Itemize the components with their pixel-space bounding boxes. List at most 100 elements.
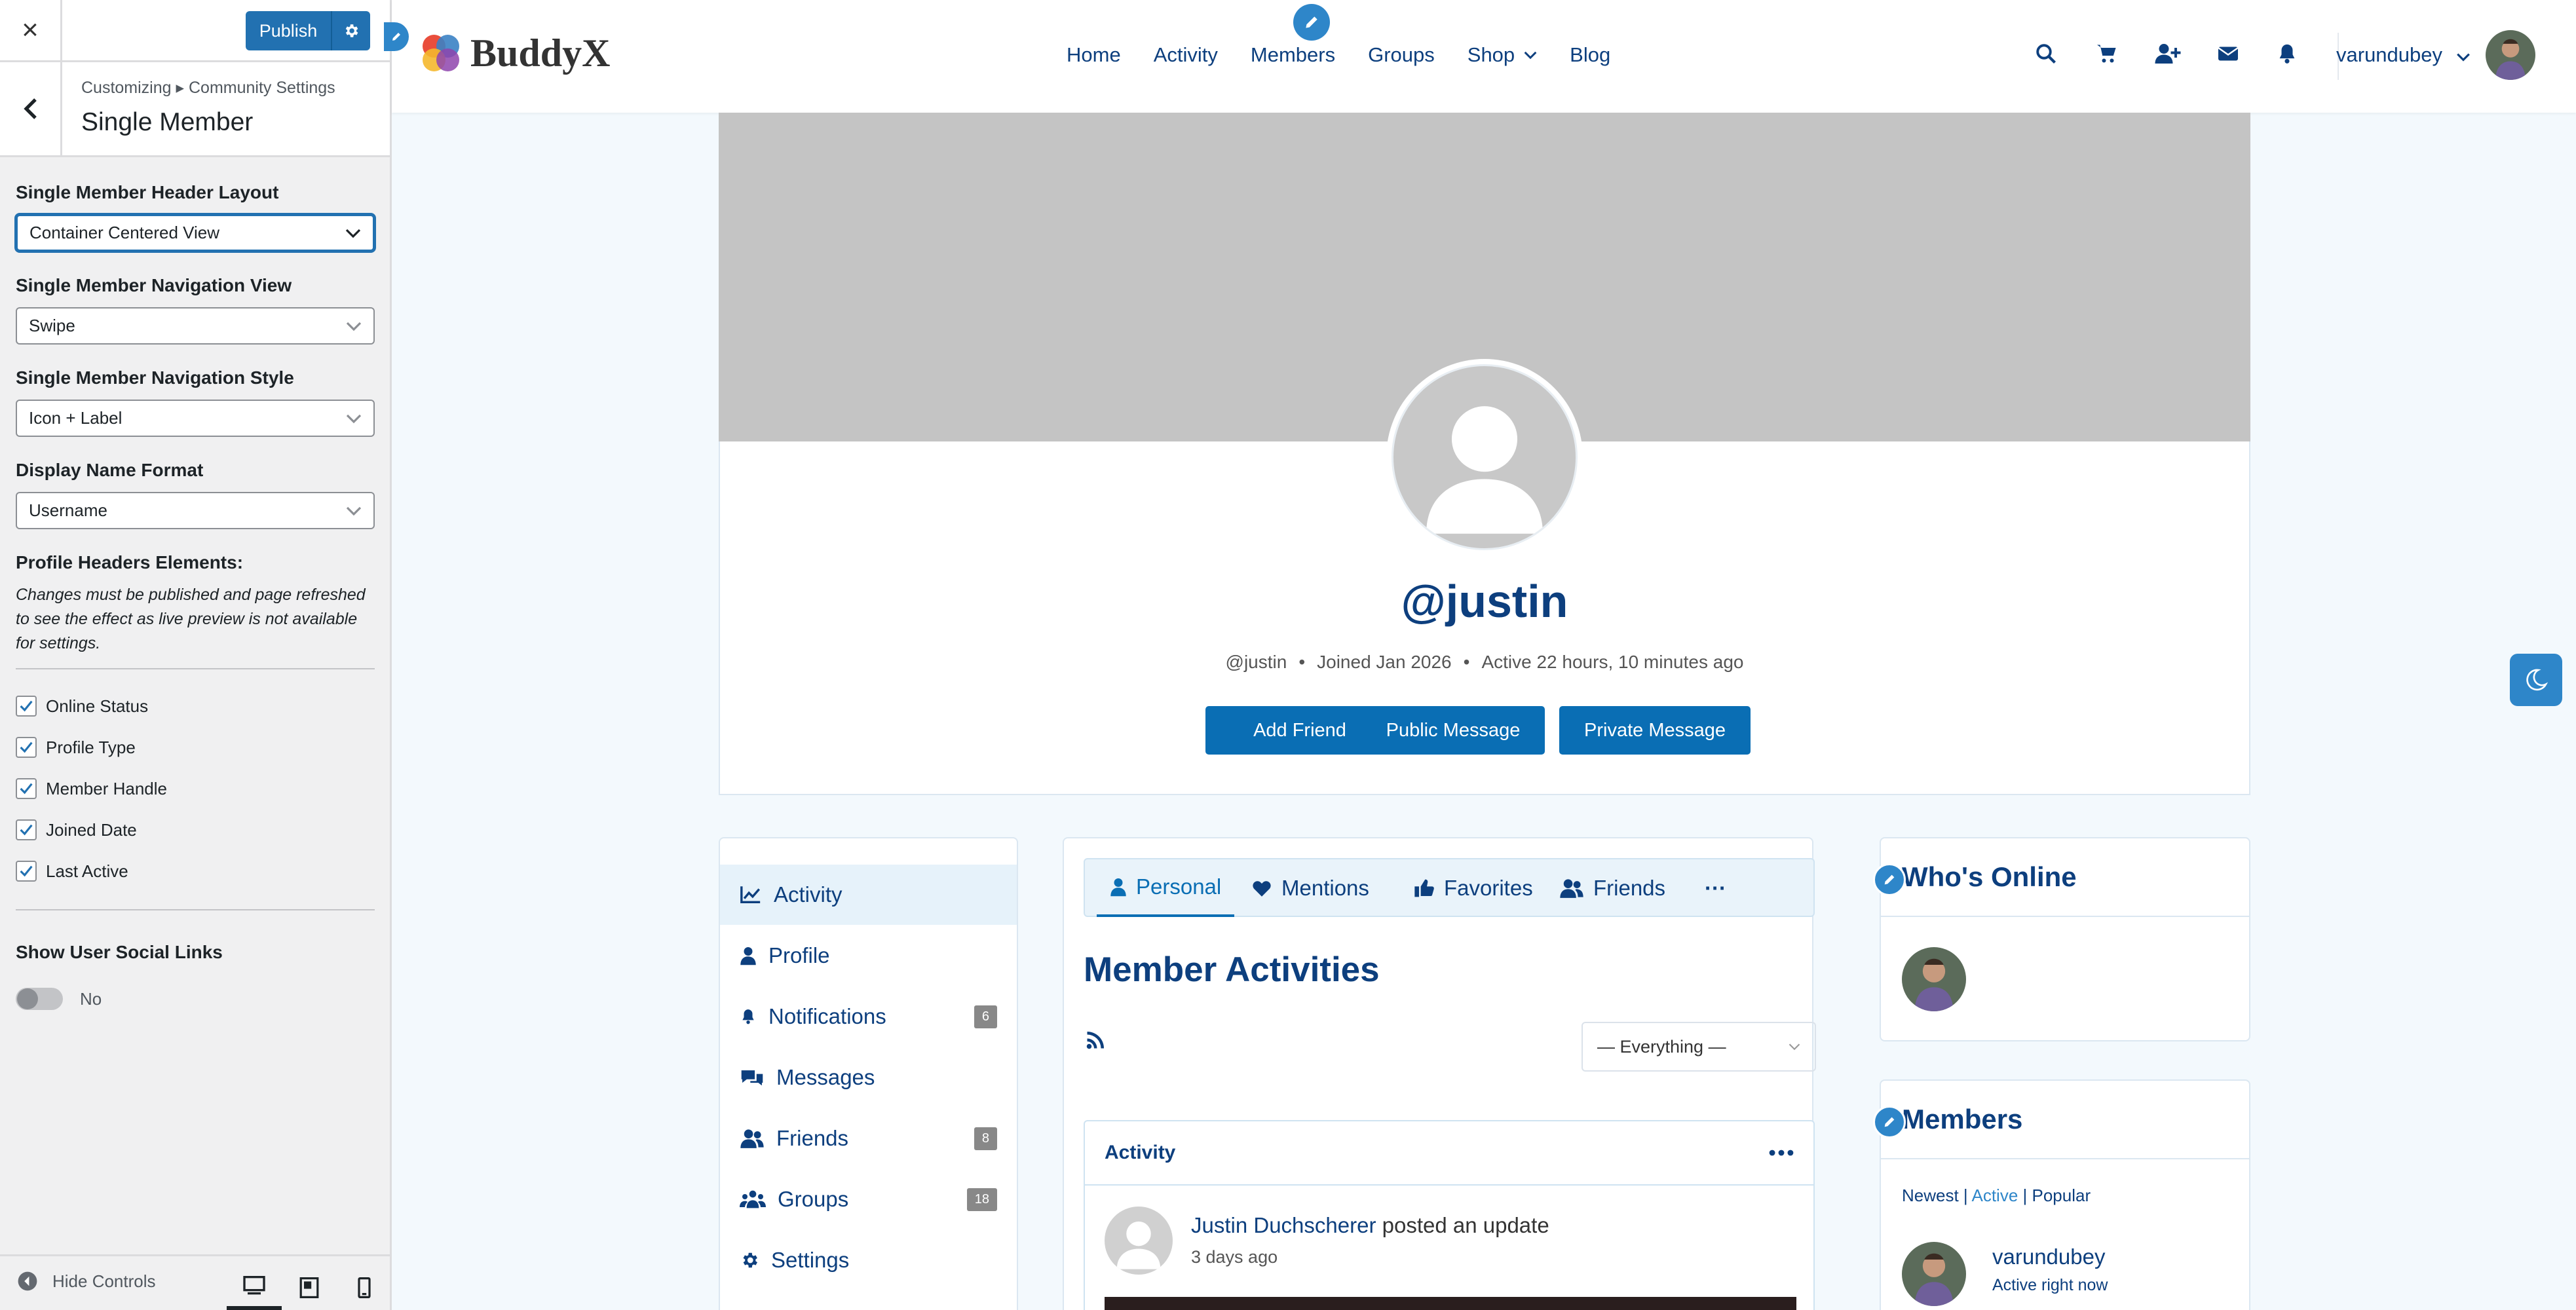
social-links-toggle[interactable]: No: [16, 988, 102, 1010]
member-nav-label: Profile: [768, 943, 830, 967]
avatar[interactable]: [1105, 1207, 1173, 1275]
search-icon[interactable]: [2034, 42, 2058, 66]
activity-verb: posted an update: [1382, 1213, 1549, 1237]
publish-label: Publish: [259, 20, 318, 41]
checkmark-icon: [20, 700, 33, 712]
nav-style-select[interactable]: Icon + Label: [16, 400, 375, 437]
hide-controls-label: Hide Controls: [52, 1271, 156, 1291]
avatar[interactable]: [1902, 1242, 1966, 1306]
edit-menu-pencil-icon[interactable]: [1293, 4, 1330, 41]
member-nav-messages[interactable]: Messages: [720, 1047, 1017, 1108]
activity-item-title: Activity: [1105, 1142, 1176, 1163]
toggle-knob: [17, 988, 38, 1009]
checkbox-row[interactable]: Profile Type: [16, 737, 136, 758]
avatar[interactable]: [2486, 30, 2535, 80]
checkbox-row[interactable]: Online Status: [16, 696, 148, 717]
tab-separator: |: [2018, 1186, 2032, 1205]
user-menu[interactable]: varundubey: [2336, 43, 2471, 67]
close-customizer-button[interactable]: ×: [0, 0, 62, 60]
checkbox-row[interactable]: Member Handle: [16, 778, 167, 799]
tab-friends[interactable]: Friends: [1559, 859, 1665, 917]
chevron-down-icon: [346, 322, 362, 331]
activity-media[interactable]: [1105, 1297, 1796, 1310]
tab-personal[interactable]: Personal: [1097, 859, 1235, 917]
nav-activity[interactable]: Activity: [1154, 43, 1218, 67]
tab-mentions[interactable]: Mentions: [1251, 859, 1369, 917]
member-nav-label: Notifications: [768, 1004, 886, 1028]
checkbox[interactable]: [16, 819, 37, 840]
member-nav-activity[interactable]: Activity: [720, 865, 1017, 925]
activity-filter-select[interactable]: — Everything —: [1582, 1022, 1816, 1072]
bell-icon[interactable]: [2276, 42, 2298, 66]
nav-groups[interactable]: Groups: [1368, 43, 1435, 67]
member-link[interactable]: varundubey: [1992, 1244, 2105, 1269]
activity-timestamp[interactable]: 3 days ago: [1191, 1247, 1278, 1267]
avatar[interactable]: [1902, 947, 1966, 1011]
mobile-preview-button[interactable]: [337, 1265, 392, 1310]
member-nav: Activity Profile Notifications 6 Message…: [719, 837, 1018, 1310]
checkbox[interactable]: [16, 778, 37, 799]
more-options-icon[interactable]: [1769, 1149, 1794, 1157]
checkmark-icon: [20, 865, 33, 877]
member-nav-groups[interactable]: Groups 18: [720, 1169, 1017, 1229]
comments-icon: [741, 1070, 763, 1086]
header-layout-select[interactable]: Container Centered View: [16, 214, 375, 252]
section-title: Single Member: [81, 108, 254, 136]
member-handle: @justin: [1225, 652, 1287, 672]
widget-title: Members: [1881, 1081, 2249, 1159]
elements-heading: Profile Headers Elements:: [16, 552, 244, 572]
member-nav-settings[interactable]: Settings: [720, 1230, 1017, 1290]
breadcrumb: Customizing ▸ Community Settings: [81, 79, 335, 97]
toggle-state: No: [80, 988, 102, 1009]
nav-blog[interactable]: Blog: [1570, 43, 1610, 67]
desktop-preview-button[interactable]: [227, 1265, 282, 1310]
nav-home[interactable]: Home: [1067, 43, 1121, 67]
public-message-button[interactable]: Public Message: [1361, 706, 1545, 755]
tab-favorites[interactable]: Favorites: [1414, 859, 1533, 917]
nav-shop[interactable]: Shop: [1468, 43, 1537, 67]
back-button[interactable]: [0, 62, 62, 155]
nav-style-value: Icon + Label: [29, 408, 123, 428]
collapse-arrow-icon: [18, 1271, 37, 1291]
desktop-icon: [243, 1276, 265, 1295]
member-nav-label: Settings: [771, 1248, 850, 1272]
add-friend-icon[interactable]: [2154, 42, 2182, 66]
checkbox[interactable]: [16, 696, 37, 717]
checkbox[interactable]: [16, 737, 37, 758]
nav-view-select[interactable]: Swipe: [16, 307, 375, 345]
edit-widget-pencil-icon[interactable]: [1873, 1106, 1906, 1138]
member-nav-friends[interactable]: Friends 8: [720, 1108, 1017, 1169]
chevron-down-icon: [346, 414, 362, 423]
checkbox-row[interactable]: Last Active: [16, 861, 128, 882]
publish-button[interactable]: Publish: [246, 11, 370, 50]
private-message-button[interactable]: Private Message: [1559, 706, 1751, 755]
chevron-down-icon: [1789, 1043, 1800, 1051]
tab-newest[interactable]: Newest: [1902, 1186, 1959, 1205]
tab-active[interactable]: Active: [1971, 1186, 2018, 1205]
checkmark-icon: [20, 824, 33, 836]
member-nav-profile[interactable]: Profile: [720, 926, 1017, 986]
profile-avatar[interactable]: [1386, 359, 1583, 555]
mail-icon[interactable]: [2216, 42, 2240, 66]
tablet-preview-button[interactable]: [282, 1265, 337, 1310]
hide-controls-button[interactable]: Hide Controls: [17, 1271, 156, 1292]
cart-icon[interactable]: [2094, 42, 2119, 66]
tab-more[interactable]: ···: [1705, 859, 1726, 917]
logo-text: BuddyX: [470, 31, 611, 75]
member-nav-notifications[interactable]: Notifications 6: [720, 986, 1017, 1047]
nav-members[interactable]: Members: [1251, 43, 1335, 67]
tab-popular[interactable]: Popular: [2032, 1186, 2091, 1205]
publish-settings-gear-icon[interactable]: [331, 11, 370, 50]
activity-author-link[interactable]: Justin Duchscherer: [1191, 1213, 1376, 1237]
checkmark-icon: [20, 741, 33, 753]
display-name-select[interactable]: Username: [16, 492, 375, 529]
site-logo[interactable]: BuddyX: [418, 30, 610, 76]
display-name-value: Username: [29, 500, 107, 520]
checkbox-row[interactable]: Joined Date: [16, 819, 137, 840]
user-icon: [1110, 878, 1126, 897]
checkbox[interactable]: [16, 861, 37, 882]
rss-icon[interactable]: [1086, 1030, 1106, 1049]
dark-mode-toggle[interactable]: [2510, 654, 2562, 706]
toggle-track[interactable]: [16, 988, 63, 1010]
edit-widget-pencil-icon[interactable]: [1873, 863, 1906, 896]
